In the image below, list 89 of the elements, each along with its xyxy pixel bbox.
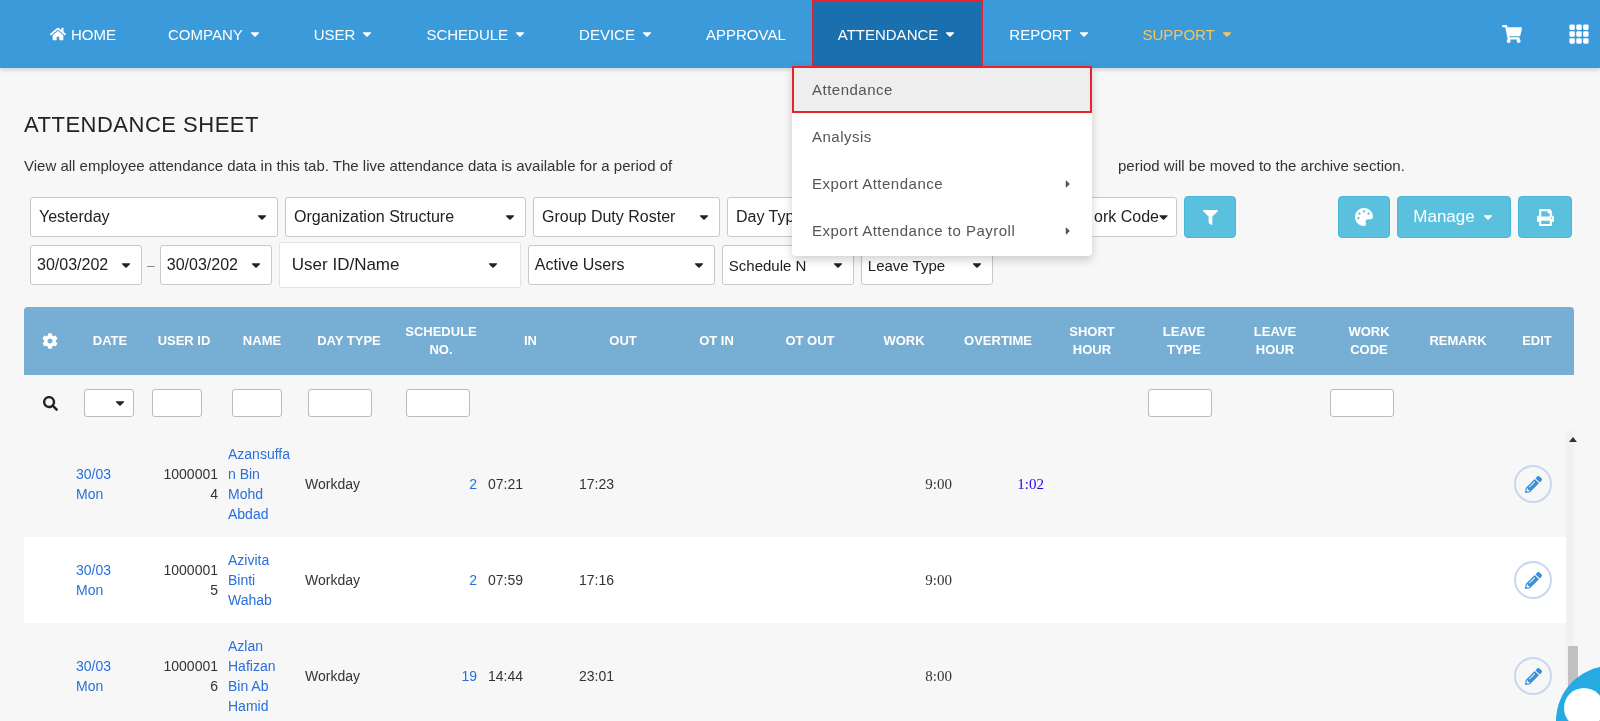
pencil-icon <box>1524 475 1542 493</box>
nav-link[interactable]: USER <box>287 0 401 68</box>
nav-link[interactable]: REPORT <box>983 0 1117 68</box>
nav-link[interactable]: DEVICE <box>553 0 680 68</box>
apps-grid-icon[interactable] <box>1568 23 1590 45</box>
column-header: EDIT <box>1522 332 1552 350</box>
print-icon <box>1536 208 1554 226</box>
menu-item[interactable]: Export Attendance <box>792 160 1092 207</box>
column-header: OT OUT <box>785 332 835 350</box>
nav-link[interactable]: SCHEDULE <box>400 0 554 68</box>
home-icon <box>50 26 66 42</box>
column-header: OUT <box>609 332 637 350</box>
user-id-text: 10000016 <box>163 658 218 694</box>
edit-button[interactable] <box>1514 465 1552 503</box>
name-link[interactable]: Azivita Binti Wahab <box>228 550 290 610</box>
column-header: SCHEDULE NO. <box>405 323 477 359</box>
dropdown-field[interactable]: 30/03/202 <box>30 245 142 285</box>
roster-number-link[interactable]: 2 <box>398 570 477 590</box>
work-hours-text: 9:00 <box>925 476 952 492</box>
column-filter-input[interactable] <box>308 389 372 417</box>
column-filter-input[interactable] <box>152 389 202 417</box>
dropdown-field[interactable]: Yesterday <box>30 197 278 237</box>
menu-item[interactable]: Analysis <box>792 113 1092 160</box>
column-filter-input[interactable] <box>232 389 282 417</box>
roster-number-link[interactable]: 19 <box>398 666 477 686</box>
name-link[interactable]: Azlan Hafizan Bin Ab Hamid <box>228 636 290 716</box>
time-out-text: 17:16 <box>579 572 615 588</box>
column-header: DATE <box>92 332 128 350</box>
palette-button[interactable] <box>1338 196 1390 238</box>
dropdown-field[interactable]: 30/03/202 <box>159 245 272 285</box>
day-type-text: Workday <box>305 476 360 492</box>
column-header: LEAVE TYPE <box>1162 323 1206 359</box>
column-filter-select[interactable] <box>84 389 134 417</box>
date-link[interactable]: 30/03 Mon <box>76 656 124 696</box>
time-out-text: 17:23 <box>579 476 615 492</box>
column-filter-input[interactable] <box>1330 389 1394 417</box>
time-out-text: 23:01 <box>579 668 615 684</box>
nav-link[interactable]: ATTENDANCE <box>811 0 984 68</box>
menu-item[interactable]: Attendance <box>792 66 1092 113</box>
column-header: OT IN <box>699 332 734 350</box>
column-header: WORK <box>883 332 925 350</box>
work-hours-text: 9:00 <box>925 572 952 588</box>
time-in-text: 14:44 <box>488 668 524 684</box>
time-in-text: 07:21 <box>488 476 524 492</box>
dropdown-field[interactable]: Group Duty Roster <box>533 197 720 237</box>
filter-icon <box>1202 209 1218 225</box>
work-hours-text: 8:00 <box>925 668 952 684</box>
column-header: DAY TYPE <box>317 332 381 350</box>
range-separator: – <box>147 257 155 273</box>
page-title: ATTENDANCE SHEET <box>24 112 259 138</box>
nav-link[interactable]: HOME <box>24 0 142 68</box>
print-button[interactable] <box>1518 196 1572 238</box>
column-header: LEAVE HOUR <box>1253 323 1297 359</box>
edit-button[interactable] <box>1514 657 1552 695</box>
search-icon <box>42 395 58 411</box>
description-text: period will be moved to the archive section. <box>1118 156 1406 176</box>
settings-icon[interactable] <box>42 333 58 349</box>
column-filter-input[interactable] <box>406 389 470 417</box>
dropdown-field[interactable]: Organization Structure <box>285 197 526 237</box>
column-filter-input[interactable] <box>1148 389 1212 417</box>
cart-icon[interactable] <box>1502 24 1522 44</box>
day-type-text: Workday <box>305 572 360 588</box>
user-id-text: 10000015 <box>163 562 218 598</box>
search-dropdown-field[interactable]: User ID/Name <box>278 242 521 288</box>
date-link[interactable]: 30/03 Mon <box>76 464 124 504</box>
menu-item[interactable]: Export Attendance to Payroll <box>792 207 1092 254</box>
column-header: SHORT HOUR <box>1069 323 1115 359</box>
roster-number-link[interactable]: 2 <box>398 474 477 494</box>
nav-link[interactable]: APPROVAL <box>679 0 812 68</box>
nav-link[interactable]: COMPANY <box>142 0 288 68</box>
time-in-text: 07:59 <box>488 572 524 588</box>
column-header: REMARK <box>1429 332 1487 350</box>
description-text: View all employee attendance data in this tab. The live attendance data is available for a period of <box>24 156 674 176</box>
dropdown-field[interactable]: Active Users <box>527 245 715 285</box>
palette-icon <box>1355 208 1373 226</box>
filter-button[interactable] <box>1184 196 1236 238</box>
name-link[interactable]: Azansuffan Bin Mohd Abdad <box>228 444 290 524</box>
day-type-text: Workday <box>305 668 360 684</box>
user-id-text: 10000014 <box>163 466 218 502</box>
edit-button[interactable] <box>1514 561 1552 599</box>
column-header: USER ID <box>157 332 211 350</box>
column-header: NAME <box>242 332 282 350</box>
overtime-link[interactable]: 1:02 <box>1017 476 1044 492</box>
column-header: WORK CODE <box>1348 323 1390 359</box>
pencil-icon <box>1524 667 1542 685</box>
column-header: OVERTIME <box>964 332 1032 350</box>
pencil-icon <box>1524 571 1542 589</box>
column-header: IN <box>524 332 537 350</box>
date-link[interactable]: 30/03 Mon <box>76 560 124 600</box>
